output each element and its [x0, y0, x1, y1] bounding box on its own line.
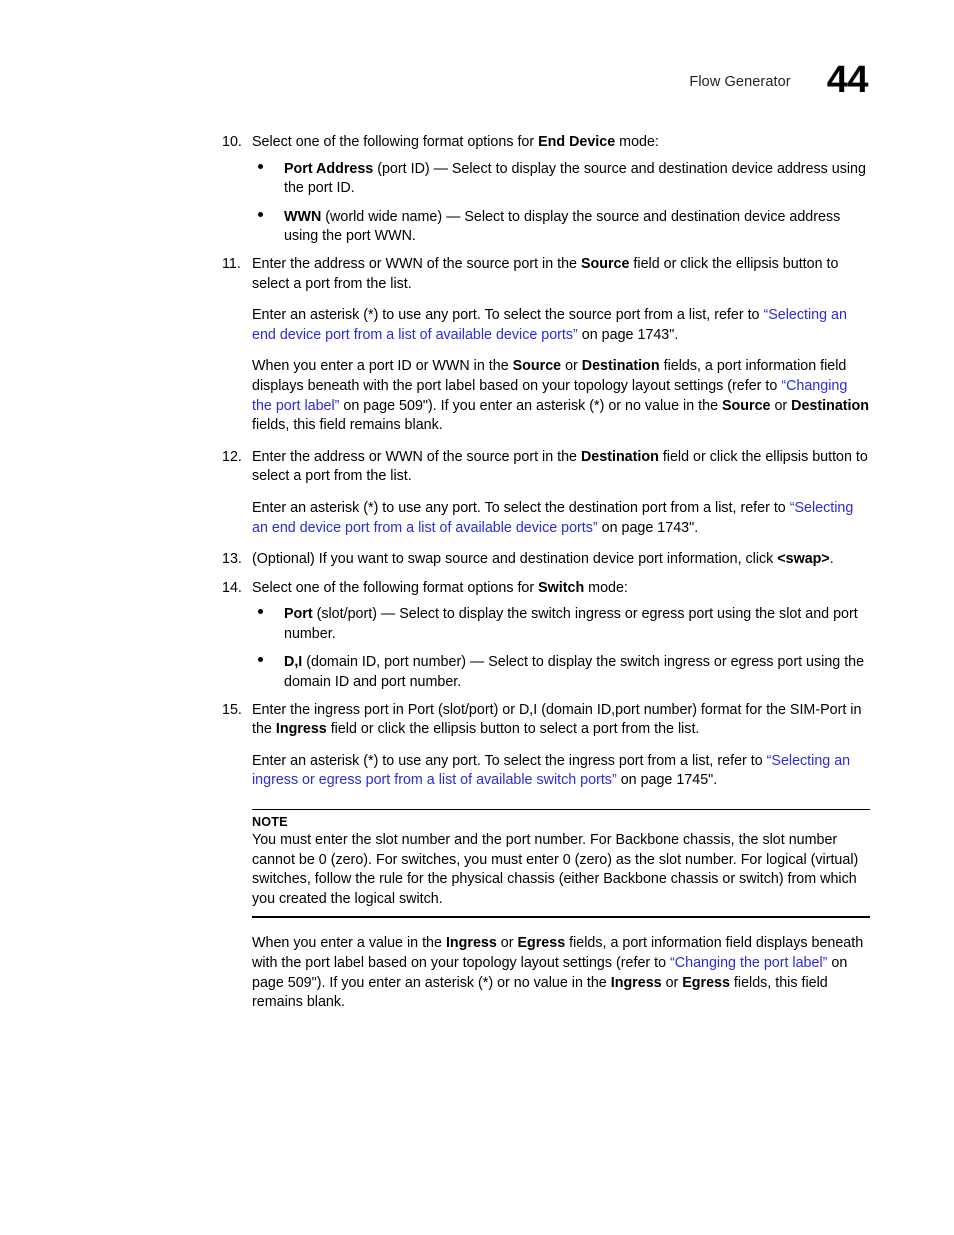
field-name-source: Source [722, 397, 771, 414]
bullet-bold-term: WWN [284, 208, 322, 225]
bullet-bold-term: Port [284, 606, 313, 623]
page-body: 10. Select one of the following format o… [222, 133, 870, 1013]
document-page: Flow Generator 44 10. Select one of the … [0, 0, 954, 1235]
bullet-description: (world wide name) — Select to display th… [284, 208, 841, 245]
step-bold-term: Ingress [275, 721, 327, 738]
step-text-before: Select one of the following format optio… [252, 579, 539, 596]
header-chapter-title: Flow Generator [689, 74, 791, 90]
swap-button-reference: <swap> [777, 551, 830, 568]
step-item: 15. Enter the ingress port in Port (slot… [222, 701, 869, 740]
step-text: (Optional) If you want to swap source an… [252, 550, 869, 570]
source-destination-info-paragraph: When you enter a port ID or WWN in the S… [252, 357, 869, 435]
step-item: 10. Select one of the following format o… [222, 133, 869, 153]
bullet-list: Port (slot/port) — Select to display the… [222, 605, 869, 692]
paragraph-segment: When you enter a value in the [252, 935, 446, 952]
field-name-source: Source [512, 358, 562, 375]
step-text: Enter the address or WWN of the source p… [252, 448, 869, 487]
step-text: Enter the ingress port in Port (slot/por… [252, 701, 869, 740]
step12-reference-paragraph: Enter an asterisk (*) to use any port. T… [252, 499, 869, 538]
step-number: 13. [222, 551, 242, 568]
bullet-marker-icon [258, 207, 284, 227]
bullet-item: WWN (world wide name) — Select to displa… [222, 208, 869, 247]
bullet-text: D,I (domain ID, port number) — Select to… [284, 653, 869, 692]
step-text-after: . [829, 551, 834, 568]
paragraph-segment: or [496, 935, 518, 952]
step-text-after: field or click the ellipsis button to se… [326, 721, 700, 738]
note-text: You must enter the slot number and the p… [252, 832, 859, 907]
field-name-ingress: Ingress [445, 935, 497, 952]
bullet-marker-icon [258, 652, 284, 672]
field-name-egress: Egress [517, 935, 566, 952]
step15-reference-paragraph: Enter an asterisk (*) to use any port. T… [252, 752, 869, 791]
bullet-text: Port Address (port ID) — Select to displ… [284, 160, 869, 199]
bullet-description: (slot/port) — Select to display the swit… [284, 606, 858, 642]
bullet-text: Port (slot/port) — Select to display the… [284, 605, 869, 644]
step-text-before: Enter the address or WWN of the source p… [252, 448, 581, 465]
paragraph-tail: on page 1745". [616, 772, 718, 789]
field-name-ingress: Ingress [610, 974, 662, 991]
bullet-marker-icon [258, 604, 284, 624]
step-text: Select one of the following format optio… [252, 133, 869, 153]
bullet-item: Port Address (port ID) — Select to displ… [222, 160, 869, 199]
page-header: Flow Generator 44 [0, 55, 868, 105]
page-number: 44 [826, 59, 869, 101]
step-number: 15. [222, 701, 242, 718]
step-number: 12. [222, 448, 242, 465]
bullet-bold-term: Port Address [284, 160, 374, 177]
paragraph-tail: on page 1743". [577, 326, 679, 343]
note-admonition: NOTE You must enter the slot number and … [252, 809, 870, 919]
paragraph-lead: Enter an asterisk (*) to use any port. T… [252, 752, 767, 769]
paragraph-segment: fields, this field remains blank. [252, 417, 443, 434]
step-text-before: (Optional) If you want to swap source an… [252, 551, 778, 568]
ingress-egress-info-paragraph: When you enter a value in the Ingress or… [252, 934, 880, 1012]
bullet-text: WWN (world wide name) — Select to displa… [284, 208, 869, 247]
paragraph-lead: Enter an asterisk (*) to use any port. T… [252, 307, 764, 324]
note-label: NOTE [252, 815, 288, 830]
step-text-after: mode: [584, 579, 628, 596]
step-bold-term: Switch [538, 579, 585, 596]
step-text-after: mode: [615, 134, 659, 150]
step-item: 13. (Optional) If you want to swap sourc… [222, 550, 869, 570]
paragraph-tail: on page 1743". [597, 519, 699, 536]
step-bold-term: End Device [538, 134, 616, 150]
field-name-egress: Egress [682, 974, 730, 991]
step-number: 14. [222, 579, 242, 596]
field-name-destination: Destination [581, 358, 660, 375]
step-number: 10. [222, 134, 242, 150]
paragraph-segment: on page 509"). If you enter an asterisk … [339, 397, 722, 414]
paragraph-segment: or [661, 974, 683, 991]
bullet-description: (domain ID, port number) — Select to dis… [284, 654, 865, 691]
paragraph-lead: Enter an asterisk (*) to use any port. T… [252, 499, 790, 516]
step-bold-term: Source [580, 255, 630, 272]
cross-reference-link[interactable]: “Changing the port label” [670, 955, 827, 971]
bullet-list: Port Address (port ID) — Select to displ… [222, 160, 869, 247]
bullet-item: Port (slot/port) — Select to display the… [222, 605, 869, 644]
step-item: 12. Enter the address or WWN of the sour… [222, 448, 869, 487]
bullet-item: D,I (domain ID, port number) — Select to… [222, 653, 869, 692]
step-item: 14. Select one of the following format o… [222, 579, 869, 599]
step-text: Enter the address or WWN of the source p… [252, 255, 869, 294]
paragraph-segment: or [770, 397, 792, 414]
field-name-destination: Destination [791, 397, 869, 414]
paragraph-segment: When you enter a port ID or WWN in the [252, 358, 513, 375]
step-text-before: Enter the address or WWN of the source p… [252, 255, 581, 272]
step-text-before: Select one of the following format optio… [252, 134, 539, 150]
bullet-bold-term: D,I [284, 654, 303, 671]
step-bold-term: Destination [580, 448, 659, 465]
paragraph-segment: or [561, 358, 582, 375]
step-item: 11. Enter the address or WWN of the sour… [222, 255, 869, 294]
step-number: 11. [222, 255, 241, 272]
bullet-marker-icon [258, 159, 284, 179]
step-text: Select one of the following format optio… [252, 579, 869, 599]
step11-reference-paragraph: Enter an asterisk (*) to use any port. T… [252, 306, 869, 345]
